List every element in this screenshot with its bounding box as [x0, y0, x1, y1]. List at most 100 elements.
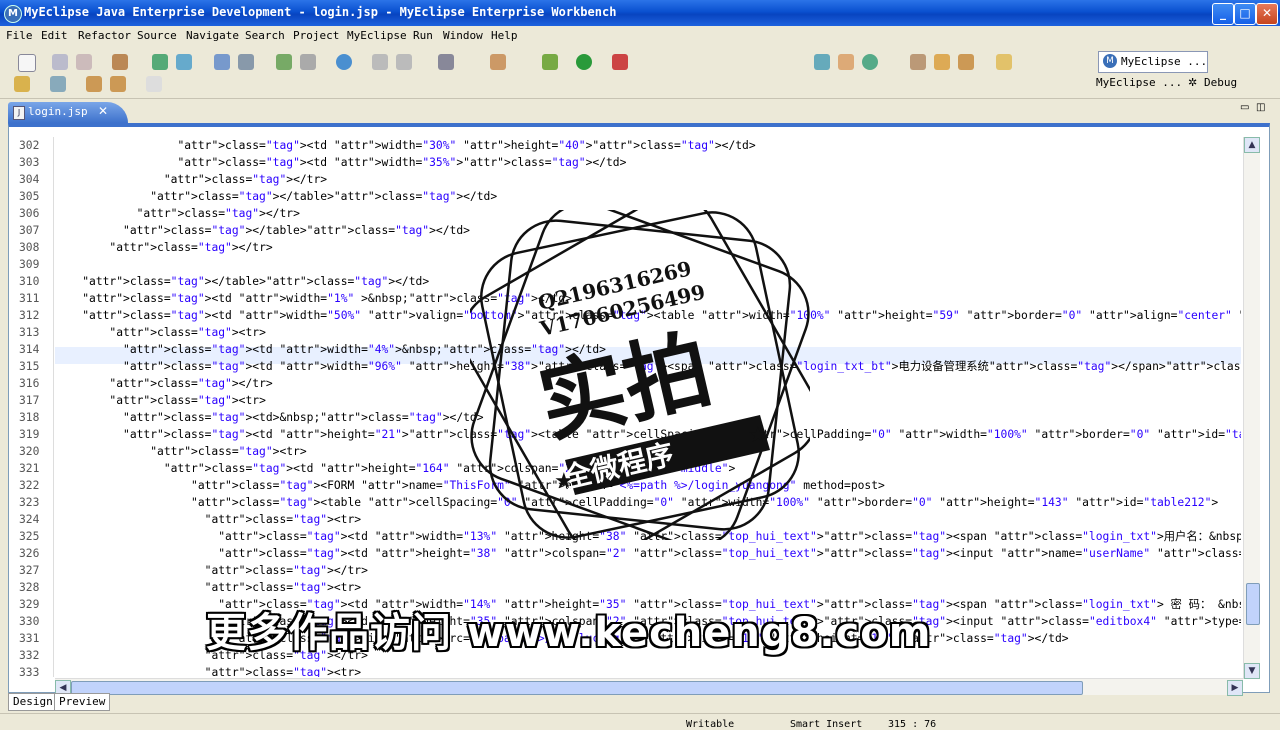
line-number: 321	[19, 462, 40, 475]
server-icon[interactable]	[176, 54, 192, 70]
editor-tab-row: J login.jsp ✕ ▭ ◫	[0, 100, 1280, 123]
line-number: 325	[19, 530, 40, 543]
perspective-debug[interactable]: Debug	[1204, 76, 1237, 89]
maximize-button[interactable]: □	[1234, 3, 1256, 25]
next-annotation-icon[interactable]	[14, 76, 30, 92]
line-number: 331	[19, 632, 40, 645]
menu-project[interactable]: Project	[293, 29, 339, 42]
browser-dropdown-icon[interactable]	[300, 54, 316, 70]
menu-refactor[interactable]: Refactor	[78, 29, 131, 42]
code-line: "attr">class="tag"><td "attr">height="16…	[163, 462, 736, 475]
menu-file[interactable]: File	[6, 29, 33, 42]
close-button[interactable]: ✕	[1256, 3, 1278, 25]
code-line: "attr">class="tag"><tr>	[109, 326, 266, 339]
code-line: "attr">class="tag"></table>"attr">class=…	[82, 275, 430, 288]
code-line: "attr">class="tag"><td "attr">width="50%…	[82, 309, 1241, 322]
previous-annotation-icon[interactable]	[50, 76, 66, 92]
external-tools-icon[interactable]	[612, 54, 628, 70]
open-resource-icon[interactable]	[838, 54, 854, 70]
menu-navigate[interactable]: Navigate	[186, 29, 239, 42]
palette-icon[interactable]	[490, 54, 506, 70]
save-icon[interactable]	[52, 54, 68, 70]
open-type-icon[interactable]	[814, 54, 830, 70]
pin-icon[interactable]	[934, 54, 950, 70]
package-icon[interactable]	[112, 54, 128, 70]
tab-login-jsp[interactable]: J login.jsp ✕	[8, 102, 128, 123]
line-number: 315	[19, 360, 40, 373]
code-line: "attr">class="tag"></table>"attr">class=…	[123, 224, 470, 237]
menu-help[interactable]: Help	[491, 29, 518, 42]
minimize-button[interactable]: _	[1212, 3, 1234, 25]
forward-arrow-icon[interactable]	[146, 76, 162, 92]
deploy-icon[interactable]	[214, 54, 230, 70]
tab-close-icon[interactable]: ✕	[98, 104, 108, 118]
code-line: "attr">class="tag"><tr>	[150, 445, 307, 458]
code-line: "attr">class="tag"><table "attr">cellSpa…	[191, 496, 1219, 509]
code-line: "attr">class="tag"><td "attr">width="30%…	[177, 139, 756, 152]
maximize-view-icon[interactable]: ◫	[1256, 102, 1265, 113]
menu-run[interactable]: Run	[413, 29, 433, 42]
code-area[interactable]: "attr">class="tag"><td "attr">width="30%…	[55, 137, 1241, 677]
menu-bar: File Edit Refactor Source Navigate Searc…	[0, 26, 1280, 46]
line-number: 320	[19, 445, 40, 458]
code-line: "attr">class="tag"><td "attr">width="35%…	[177, 156, 627, 169]
status-bar: Writable Smart Insert 315 : 76	[0, 713, 1280, 730]
new-file-icon[interactable]	[18, 54, 36, 72]
line-number: 316	[19, 377, 40, 390]
code-line: "attr">class="tag"></tr>	[109, 377, 273, 390]
code-line: "attr">class="tag"><td>&nbsp;"attr">clas…	[123, 411, 484, 424]
menu-search[interactable]: Search	[245, 29, 285, 42]
tab-design[interactable]: Design	[8, 693, 58, 711]
scroll-right-icon[interactable]: ▶	[1227, 680, 1243, 696]
status-writable: Writable	[686, 719, 735, 730]
menu-source[interactable]: Source	[137, 29, 177, 42]
paste-icon[interactable]	[396, 54, 412, 70]
code-line: "attr">class="tag"><td "attr">width="13%…	[218, 530, 1241, 543]
code-line: "attr">class="tag"><td "attr">width="96%…	[123, 360, 1241, 373]
code-line: "attr">class="tag"><tr>	[204, 666, 362, 677]
watermark-banner: 更多作品访问 www.kecheng8.com	[206, 610, 932, 656]
refresh-icon[interactable]	[862, 54, 878, 70]
menu-edit[interactable]: Edit	[41, 29, 68, 42]
bug-icon[interactable]	[542, 54, 558, 70]
main-toolbar	[0, 46, 1280, 116]
scroll-down-icon[interactable]: ▼	[1244, 663, 1260, 679]
jsp-file-icon: J	[13, 106, 25, 120]
line-number: 307	[19, 224, 40, 237]
print-icon[interactable]	[76, 54, 92, 70]
vertical-scroll-thumb[interactable]	[1246, 583, 1260, 625]
line-number: 326	[19, 547, 40, 560]
tools-icon[interactable]	[958, 54, 974, 70]
menu-myeclipse[interactable]: MyEclipse	[347, 29, 407, 42]
title-bar: M MyEclipse Java Enterprise Development …	[0, 0, 1280, 26]
folder-icon[interactable]	[996, 54, 1012, 70]
code-line: "attr">class="tag"><td "attr">height="38…	[218, 547, 1241, 560]
menu-window[interactable]: Window	[443, 29, 483, 42]
screen-icon[interactable]	[438, 54, 454, 70]
editor-mode-tabs: Design Preview	[8, 693, 608, 711]
line-number: 327	[19, 564, 40, 577]
perspective-myeclipse-active[interactable]: MyEclipse ... M	[1098, 51, 1208, 73]
code-line: "attr">class="tag"><td "attr">width="4%"…	[123, 343, 606, 356]
last-edit-icon[interactable]	[86, 76, 102, 92]
folder-open-icon[interactable]	[910, 54, 926, 70]
line-number: 332	[19, 649, 40, 662]
globe-icon[interactable]	[336, 54, 352, 70]
search-icon[interactable]	[238, 54, 254, 70]
run-icon[interactable]	[576, 54, 592, 70]
line-number: 328	[19, 581, 40, 594]
vertical-scrollbar[interactable]: ▲ ▼	[1243, 137, 1260, 679]
line-number: 333	[19, 666, 40, 679]
back-arrow-icon[interactable]	[110, 76, 126, 92]
perspective-myeclipse[interactable]: MyEclipse ...	[1096, 76, 1182, 89]
line-number: 317	[19, 394, 40, 407]
minimize-view-icon[interactable]: ▭	[1240, 102, 1249, 113]
cut-icon[interactable]	[372, 54, 388, 70]
run-server-icon[interactable]	[276, 54, 292, 70]
line-number: 308	[19, 241, 40, 254]
tab-preview[interactable]: Preview	[54, 693, 111, 711]
line-number: 330	[19, 615, 40, 628]
scroll-up-icon[interactable]: ▲	[1244, 137, 1260, 153]
line-number: 323	[19, 496, 40, 509]
debug-gear-icon[interactable]	[152, 54, 168, 70]
